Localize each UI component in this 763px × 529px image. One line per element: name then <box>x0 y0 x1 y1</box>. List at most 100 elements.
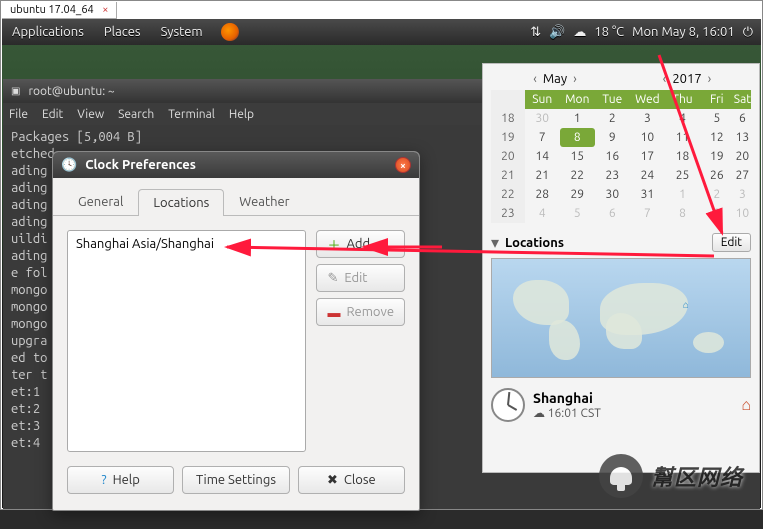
x-icon: ✖ <box>327 473 338 488</box>
cal-day[interactable]: 5 <box>560 204 595 223</box>
cal-day[interactable]: 23 <box>595 166 630 185</box>
cal-day[interactable]: 8 <box>560 128 595 147</box>
cal-day[interactable]: 1 <box>560 109 595 128</box>
next-year-button[interactable]: › <box>702 72 718 86</box>
cal-day[interactable]: 3 <box>734 185 751 204</box>
cal-day[interactable]: 10 <box>734 204 751 223</box>
desktop: Applications Places System ⇅ 🔊 ☁ 18 °C M… <box>2 19 761 508</box>
close-dialog-button[interactable]: ✖ Close <box>298 466 405 494</box>
help-button[interactable]: ? Help <box>67 466 174 494</box>
cal-day[interactable]: 2 <box>700 185 734 204</box>
menu-system[interactable]: System <box>151 25 213 39</box>
vm-tab[interactable]: ubuntu 17.04_64 × <box>2 2 117 19</box>
cal-day[interactable]: 18 <box>665 147 700 166</box>
cal-day[interactable]: 31 <box>630 185 665 204</box>
cal-day[interactable]: 11 <box>665 128 700 147</box>
prev-year-button[interactable]: ‹ <box>657 72 673 86</box>
cal-day[interactable]: 20 <box>734 147 751 166</box>
close-icon[interactable]: × <box>102 4 108 16</box>
edit-button[interactable]: ✎ Edit <box>316 264 405 292</box>
clock-icon: 🕓 <box>61 158 77 173</box>
cal-day[interactable]: 25 <box>665 166 700 185</box>
term-menu-search[interactable]: Search <box>118 108 154 121</box>
city-label: Shanghai <box>533 390 601 406</box>
menu-places[interactable]: Places <box>94 25 151 39</box>
clock-face-icon <box>491 388 525 422</box>
cal-day[interactable]: 28 <box>525 185 560 204</box>
menu-applications[interactable]: Applications <box>2 25 94 39</box>
cal-day[interactable]: 3 <box>630 109 665 128</box>
cal-day[interactable]: 6 <box>734 109 751 128</box>
plus-icon: ＋ <box>327 235 340 254</box>
tab-weather[interactable]: Weather <box>224 188 304 215</box>
location-item[interactable]: Shanghai Asia/Shanghai <box>72 235 301 253</box>
cal-day[interactable]: 17 <box>630 147 665 166</box>
help-icon: ? <box>102 473 107 487</box>
cal-day[interactable]: 4 <box>665 109 700 128</box>
cal-day[interactable]: 30 <box>525 109 560 128</box>
cal-day[interactable]: 12 <box>700 128 734 147</box>
watermark-text: 幫区网络 <box>651 460 743 492</box>
cal-day[interactable]: 4 <box>525 204 560 223</box>
minus-icon: ▬ <box>327 305 340 320</box>
volume-icon[interactable]: 🔊 <box>549 25 565 40</box>
home-marker-icon: ⌂ <box>683 299 689 311</box>
network-icon[interactable]: ⇅ <box>530 25 541 40</box>
tab-general[interactable]: General <box>63 188 138 215</box>
dialog-title: Clock Preferences <box>85 158 196 172</box>
locations-section-label: Locations <box>505 236 564 250</box>
cal-day[interactable]: 1 <box>665 185 700 204</box>
expand-icon[interactable]: ▾ <box>491 233 499 252</box>
cal-day[interactable]: 16 <box>595 147 630 166</box>
tab-locations[interactable]: Locations <box>138 189 224 216</box>
cal-day[interactable]: 14 <box>525 147 560 166</box>
remove-button[interactable]: ▬ Remove <box>316 298 405 326</box>
weather-icon[interactable]: ☁ <box>573 25 586 40</box>
terminal-icon: ▣ <box>11 85 20 97</box>
calendar-grid[interactable]: SunMonTueWedThuFriSat1830123456197891011… <box>491 90 751 223</box>
cal-day[interactable]: 7 <box>525 128 560 147</box>
term-menu-help[interactable]: Help <box>229 108 254 121</box>
term-menu-edit[interactable]: Edit <box>42 108 63 121</box>
add-button[interactable]: ＋ Add <box>316 230 405 258</box>
cal-day[interactable]: 27 <box>734 166 751 185</box>
cal-day[interactable]: 26 <box>700 166 734 185</box>
next-month-button[interactable]: › <box>567 72 583 86</box>
term-menu-terminal[interactable]: Terminal <box>168 108 215 121</box>
cal-day[interactable]: 2 <box>595 109 630 128</box>
cal-day[interactable]: 29 <box>560 185 595 204</box>
terminal-title: root@ubuntu: ~ <box>28 85 114 98</box>
home-icon[interactable]: ⌂ <box>741 396 751 415</box>
cal-day[interactable]: 7 <box>630 204 665 223</box>
power-icon[interactable]: ⏻ <box>743 25 753 40</box>
locations-list[interactable]: Shanghai Asia/Shanghai <box>67 230 306 452</box>
calendar-panel: ‹ May › ‹ 2017 › SunMonTueWedThuFriSat18… <box>482 63 760 473</box>
cal-day[interactable]: 5 <box>700 109 734 128</box>
term-menu-view[interactable]: View <box>77 108 104 121</box>
clock-text[interactable]: Mon May 8, 16:01 <box>632 25 735 39</box>
term-menu-file[interactable]: File <box>9 108 28 121</box>
top-panel: Applications Places System ⇅ 🔊 ☁ 18 °C M… <box>2 19 761 45</box>
cal-day[interactable]: 21 <box>525 166 560 185</box>
cal-day[interactable]: 30 <box>595 185 630 204</box>
cal-day[interactable]: 15 <box>560 147 595 166</box>
cal-day[interactable]: 10 <box>630 128 665 147</box>
vm-tab-label: ubuntu 17.04_64 <box>10 4 94 16</box>
cal-day[interactable]: 13 <box>734 128 751 147</box>
world-map[interactable]: ⌂ <box>491 258 751 378</box>
cal-day[interactable]: 8 <box>665 204 700 223</box>
cal-day[interactable]: 22 <box>560 166 595 185</box>
prev-month-button[interactable]: ‹ <box>527 72 543 86</box>
close-button[interactable]: × <box>395 157 411 173</box>
city-time: 16:01 CST <box>548 407 601 420</box>
cal-day[interactable]: 6 <box>595 204 630 223</box>
firefox-icon[interactable] <box>221 23 239 41</box>
cal-day[interactable]: 9 <box>700 204 734 223</box>
weather-text: 18 °C <box>594 25 624 39</box>
cal-day[interactable]: 24 <box>630 166 665 185</box>
cal-day[interactable]: 9 <box>595 128 630 147</box>
mushroom-icon <box>610 467 632 485</box>
locations-edit-button[interactable]: Edit <box>712 233 751 252</box>
cal-day[interactable]: 19 <box>700 147 734 166</box>
time-settings-button[interactable]: Time Settings <box>182 466 289 494</box>
